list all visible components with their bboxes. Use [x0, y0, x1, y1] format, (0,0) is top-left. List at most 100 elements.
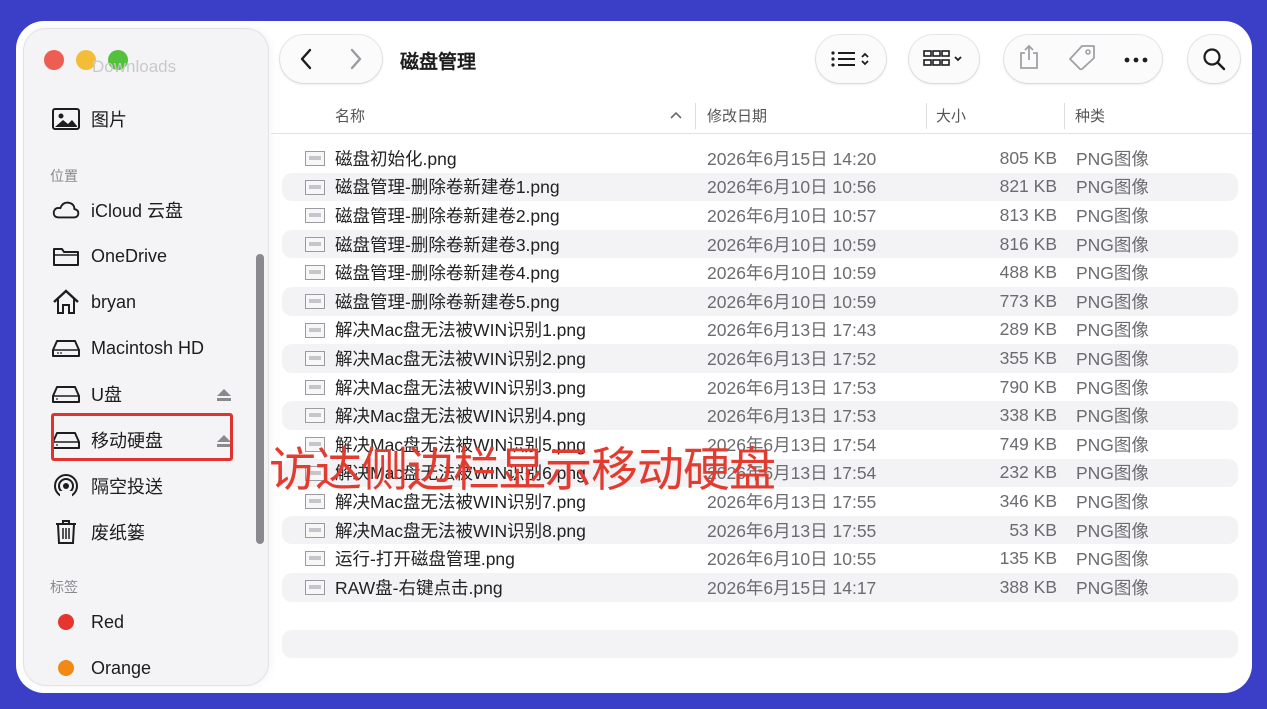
file-row[interactable]: 运行-打开磁盘管理.png 2026年6月10日 10:55 135 KB PNG图像 — [282, 544, 1238, 573]
image-file-icon — [305, 151, 325, 166]
eject-icon[interactable] — [216, 386, 232, 407]
file-name: 磁盘管理-删除卷新建卷2.png — [335, 205, 560, 226]
file-size: 816 KB — [999, 233, 1057, 254]
photo-icon — [52, 106, 80, 132]
file-date: 2026年6月10日 10:55 — [707, 549, 877, 570]
action-buttons — [1004, 35, 1162, 83]
file-row[interactable]: RAW盘-右键点击.png 2026年6月15日 14:17 388 KB PNG图像 — [282, 572, 1238, 602]
tag-dot-icon — [52, 609, 80, 635]
file-row[interactable]: 磁盘初始化.png 2026年6月15日 14:20 805 KB PNG图像 — [282, 144, 1238, 173]
grid-icon — [923, 50, 962, 66]
tag-button[interactable] — [1068, 44, 1096, 75]
file-kind: PNG图像 — [1076, 434, 1149, 455]
file-date: 2026年6月10日 10:56 — [707, 177, 877, 198]
nav-buttons — [280, 35, 382, 83]
image-file-icon — [305, 522, 325, 538]
back-button[interactable] — [281, 48, 331, 70]
file-row[interactable]: 磁盘管理-删除卷新建卷1.png 2026年6月10日 10:56 821 KB PN… — [282, 172, 1238, 202]
drive-icon — [52, 381, 80, 407]
file-size: 488 KB — [999, 262, 1057, 283]
highlight-box — [51, 413, 233, 461]
sidebar: Downloads 图片 位置 iCloud 云盘 OneDrive bryan — [24, 29, 268, 685]
sidebar-item-home[interactable]: bryan — [52, 285, 232, 319]
group-button[interactable] — [909, 35, 979, 83]
file-row[interactable]: 解决Mac盘无法被WIN识别8.png 2026年6月13日 17:55 53 KB… — [282, 515, 1238, 545]
share-button[interactable] — [1018, 44, 1040, 75]
list-view-button[interactable] — [816, 35, 886, 83]
file-kind: PNG图像 — [1076, 406, 1149, 427]
file-kind: PNG图像 — [1076, 377, 1149, 398]
chevron-left-icon — [300, 48, 312, 70]
file-size: 232 KB — [999, 462, 1057, 483]
drive-icon — [52, 335, 80, 361]
sidebar-item-macintosh-hd[interactable]: Macintosh HD — [52, 331, 232, 365]
finder-window: Downloads 图片 位置 iCloud 云盘 OneDrive bryan — [16, 21, 1252, 693]
column-separator — [1064, 103, 1065, 129]
sidebar-item-label: Orange — [91, 657, 152, 678]
more-button[interactable] — [1124, 50, 1148, 68]
home-icon — [52, 289, 80, 315]
file-name: 解决Mac盘无法被WIN识别8.png — [335, 520, 586, 541]
file-size: 805 KB — [999, 147, 1057, 168]
file-kind: PNG图像 — [1076, 234, 1149, 255]
file-name: 磁盘管理-删除卷新建卷4.png — [335, 263, 560, 284]
file-name: 磁盘初始化.png — [335, 148, 457, 169]
file-kind: PNG图像 — [1076, 520, 1149, 541]
image-file-icon — [305, 551, 325, 567]
image-file-icon — [305, 579, 325, 595]
column-header-name[interactable]: 名称 — [335, 105, 365, 127]
chevron-right-icon — [350, 48, 362, 70]
sidebar-item-label: Macintosh HD — [91, 337, 205, 358]
column-header-size[interactable]: 大小 — [936, 105, 966, 127]
file-row[interactable]: 解决Mac盘无法被WIN识别2.png 2026年6月13日 17:52 355 K… — [282, 344, 1238, 373]
file-kind: PNG图像 — [1076, 348, 1149, 369]
image-file-icon — [305, 351, 325, 367]
sidebar-item-label: Red — [91, 611, 125, 632]
file-row[interactable]: 磁盘管理-删除卷新建卷4.png 2026年6月10日 10:59 488 KB PN… — [282, 258, 1238, 287]
forward-button[interactable] — [331, 48, 381, 70]
file-name: 磁盘管理-删除卷新建卷5.png — [335, 291, 560, 312]
annotation-text: 访达侧边栏显示移动硬盘 — [269, 443, 776, 498]
file-size: 346 KB — [999, 490, 1057, 511]
image-file-icon — [305, 265, 325, 281]
file-kind: PNG图像 — [1076, 177, 1149, 198]
sidebar-item-onedrive[interactable]: OneDrive — [52, 239, 232, 273]
file-kind: PNG图像 — [1076, 205, 1149, 226]
column-separator — [695, 103, 696, 129]
sidebar-item-trash[interactable]: 废纸篓 — [52, 515, 232, 549]
file-kind: PNG图像 — [1076, 263, 1149, 284]
sort-chevron-icon — [669, 107, 683, 125]
sidebar-scrollbar[interactable] — [256, 254, 264, 544]
window-title: 磁盘管理 — [400, 52, 477, 73]
sidebar-item-tag-red[interactable]: Red — [52, 605, 232, 639]
sidebar-item-label: U盘 — [91, 385, 122, 405]
file-date: 2026年6月13日 17:53 — [707, 377, 877, 398]
column-header-date[interactable]: 修改日期 — [707, 105, 767, 127]
file-size: 135 KB — [999, 548, 1057, 569]
sidebar-item-usb[interactable]: U盘 — [52, 377, 232, 411]
sidebar-item-airdrop[interactable]: 隔空投送 — [52, 469, 232, 503]
sidebar-item-downloads[interactable]: Downloads — [92, 57, 176, 77]
sidebar-item-tag-orange[interactable]: Orange — [52, 651, 232, 685]
file-size: 289 KB — [999, 319, 1057, 340]
file-size: 388 KB — [999, 576, 1057, 597]
file-row[interactable]: 解决Mac盘无法被WIN识别4.png 2026年6月13日 17:53 338 K… — [282, 401, 1238, 430]
file-size: 773 KB — [999, 290, 1057, 311]
file-row[interactable]: 磁盘管理-删除卷新建卷3.png 2026年6月10日 10:59 816 KB PN… — [282, 229, 1238, 259]
search-button[interactable] — [1188, 35, 1240, 83]
trash-icon — [52, 519, 80, 545]
more-icon — [1124, 57, 1148, 63]
file-row[interactable]: 解决Mac盘无法被WIN识别3.png 2026年6月13日 17:53 790 K… — [282, 373, 1238, 402]
file-row[interactable]: 磁盘管理-删除卷新建卷2.png 2026年6月10日 10:57 813 KB PN… — [282, 201, 1238, 230]
image-file-icon — [305, 236, 325, 252]
sidebar-item-icloud[interactable]: iCloud 云盘 — [52, 193, 232, 227]
close-button[interactable] — [44, 50, 64, 70]
image-file-icon — [305, 293, 325, 309]
list-view-icon — [831, 51, 869, 67]
sidebar-item-pictures[interactable]: 图片 — [52, 102, 232, 136]
file-row[interactable]: 磁盘管理-删除卷新建卷5.png 2026年6月10日 10:59 773 KB PN… — [282, 286, 1238, 316]
file-row[interactable]: 解决Mac盘无法被WIN识别1.png 2026年6月13日 17:43 289 K… — [282, 316, 1238, 345]
file-size: 355 KB — [999, 347, 1057, 368]
file-name: 解决Mac盘无法被WIN识别1.png — [335, 320, 586, 341]
column-header-kind[interactable]: 种类 — [1075, 105, 1105, 127]
